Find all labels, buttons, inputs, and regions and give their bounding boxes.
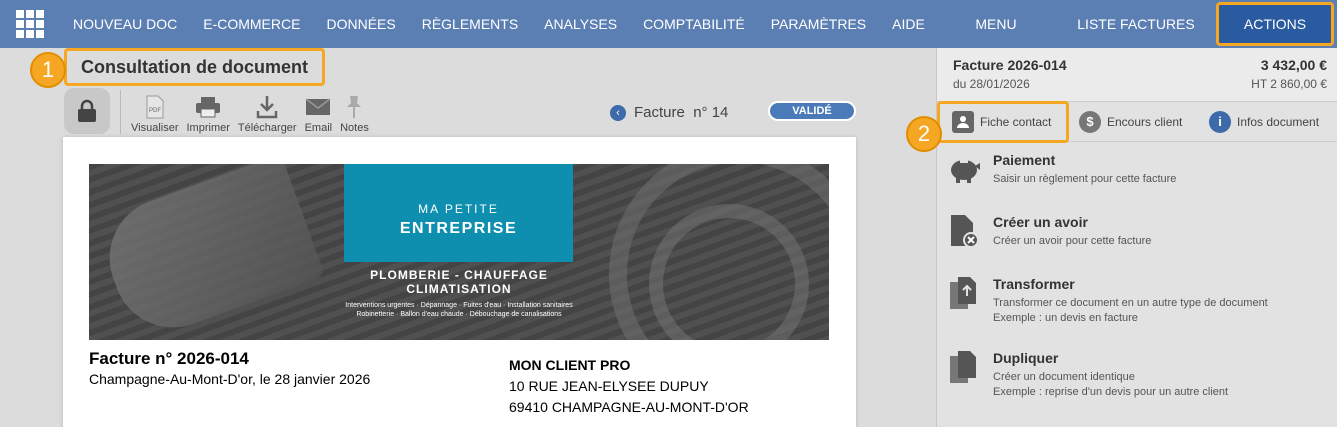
invoice-paper: MA PETITE ENTREPRISE PLOMBERIE - CHAUFFA… (63, 137, 856, 427)
client-address-1: 10 RUE JEAN-ELYSEE DUPUY (509, 378, 709, 394)
action-dupliquer-desc: Créer un document identique Exemple : re… (993, 370, 1337, 400)
action-transformer-title: Transformer (993, 276, 1075, 292)
summary-date: du 28/01/2026 (953, 77, 1030, 91)
nav-aide[interactable]: AIDE (879, 16, 938, 32)
banner-sub-4: Robinetterie · Ballon d'eau chaude · Déb… (356, 311, 562, 318)
encours-client-label: Encours client (1107, 114, 1183, 129)
client-name: MON CLIENT PRO (509, 357, 631, 373)
nav-donnees[interactable]: DONNÉES (313, 16, 408, 32)
banner-sub-3: Interventions urgentes · Dépannage · Fui… (345, 302, 573, 309)
download-icon (256, 96, 278, 119)
fiche-contact-tab[interactable]: Fiche contact (937, 100, 1069, 143)
summary-ttc: 3 432,00 € (1260, 57, 1327, 73)
summary-number: Facture 2026-014 (953, 57, 1067, 73)
lock-button[interactable] (64, 88, 110, 134)
brand-line-2: ENTREPRISE (399, 220, 518, 237)
banner-sub-1: PLOMBERIE - CHAUFFAGE (370, 268, 548, 282)
step-badge-1: 1 (30, 52, 66, 88)
imprimer-label: Imprimer (186, 122, 230, 134)
tab-actions[interactable]: ACTIONS (1216, 2, 1334, 46)
tab-menu[interactable]: MENU (936, 0, 1056, 48)
document-cancel-icon (947, 214, 981, 248)
toolbar-separator (120, 90, 121, 134)
encours-client-tab[interactable]: $ Encours client (1079, 110, 1183, 133)
page-title: Consultation de document (64, 48, 325, 86)
action-dupliquer-desc-1: Créer un document identique (993, 371, 1135, 383)
infos-document-label: Infos document (1237, 114, 1320, 129)
step-badge-2: 2 (906, 116, 942, 152)
actions-list: Paiement Saisir un règlement pour cette … (937, 148, 1337, 420)
action-transformer-desc-1: Transformer ce document en un autre type… (993, 297, 1268, 309)
banner-subtitle: PLOMBERIE - CHAUFFAGE CLIMATISATION Inte… (289, 268, 629, 318)
chevron-left-icon[interactable]: ‹ (610, 104, 626, 121)
doc-number-label: n° 14 (693, 104, 729, 121)
duplicate-icon (947, 350, 981, 384)
invoice-title: Facture n° 2026-014 (89, 349, 249, 368)
status-badge: VALIDÉ (768, 101, 856, 121)
notes-label: Notes (340, 122, 369, 134)
pdf-icon: PDF (146, 95, 164, 119)
right-panel-header: MENU LISTE FACTURES ACTIONS (936, 0, 1337, 48)
document-navigator: ‹ Facture n° 14 (610, 104, 728, 121)
document-area: Consultation de document PDF Visualiser … (0, 48, 936, 427)
company-logo-box: MA PETITE ENTREPRISE (344, 164, 573, 262)
envelope-icon (305, 98, 331, 115)
pin-icon (347, 96, 362, 118)
telecharger-button[interactable]: Télécharger (238, 94, 297, 134)
nav-analyses[interactable]: ANALYSES (531, 16, 630, 32)
action-transformer-desc: Transformer ce document en un autre type… (993, 296, 1337, 326)
invoice-place-date: Champagne-Au-Mont-D'or, le 28 janvier 20… (89, 371, 371, 387)
infos-document-tab[interactable]: i Infos document (1209, 110, 1320, 133)
email-label: Email (304, 122, 333, 134)
client-address-2: 69410 CHAMPAGNE-AU-MONT-D'OR (509, 399, 749, 415)
top-navbar: NOUVEAU DOC E-COMMERCE DONNÉES RÈGLEMENT… (0, 0, 1003, 48)
info-icon: i (1209, 110, 1231, 133)
svg-text:PDF: PDF (149, 108, 161, 114)
email-button[interactable]: Email (304, 94, 333, 134)
action-paiement-desc: Saisir un règlement pour cette facture (993, 173, 1177, 185)
action-creer-avoir[interactable]: Créer un avoir Créer un avoir pour cette… (937, 210, 1337, 272)
imprimer-button[interactable]: Imprimer (187, 94, 230, 134)
nav-reglements[interactable]: RÈGLEMENTS (409, 16, 531, 32)
telecharger-label: Télécharger (237, 122, 297, 134)
dollar-search-icon: $ (1079, 110, 1101, 133)
action-avoir-title: Créer un avoir (993, 214, 1088, 230)
action-paiement-title: Paiement (993, 152, 1056, 168)
printer-icon (196, 97, 221, 118)
visualiser-label: Visualiser (131, 122, 179, 134)
lock-icon (78, 99, 96, 122)
nav-e-commerce[interactable]: E-COMMERCE (190, 16, 313, 32)
piggy-bank-icon (947, 152, 981, 186)
tab-liste-factures[interactable]: LISTE FACTURES (1056, 0, 1216, 48)
fiche-contact-label: Fiche contact (980, 114, 1052, 129)
action-paiement[interactable]: Paiement Saisir un règlement pour cette … (937, 148, 1337, 210)
actions-panel: Facture 2026-014 du 28/01/2026 3 432,00 … (936, 48, 1337, 427)
invoice-summary: Facture 2026-014 du 28/01/2026 3 432,00 … (937, 48, 1337, 102)
notes-button[interactable]: Notes (340, 94, 369, 134)
document-toolbar: PDF Visualiser Imprimer Télécharger Emai… (64, 88, 373, 134)
action-avoir-desc: Créer un avoir pour cette facture (993, 235, 1152, 247)
visualiser-button[interactable]: PDF Visualiser (131, 94, 179, 134)
doc-type-label: Facture (634, 104, 685, 121)
nav-comptabilite[interactable]: COMPTABILITÉ (630, 16, 758, 32)
action-dupliquer-title: Dupliquer (993, 350, 1059, 366)
panel-tabs: Fiche contact $ Encours client i Infos d… (937, 100, 1337, 143)
action-transformer-desc-2: Exemple : un devis en facture (993, 312, 1138, 324)
transform-document-icon (947, 276, 981, 310)
nav-nouveau-doc[interactable]: NOUVEAU DOC (60, 16, 190, 32)
apps-grid-icon[interactable] (16, 10, 44, 38)
brand-line-1: MA PETITE (418, 202, 499, 216)
nav-parametres[interactable]: PARAMÈTRES (758, 16, 879, 32)
contact-card-icon (952, 110, 974, 133)
summary-ht: HT 2 860,00 € (1251, 77, 1327, 91)
company-banner: MA PETITE ENTREPRISE PLOMBERIE - CHAUFFA… (89, 164, 829, 340)
banner-sub-2: CLIMATISATION (406, 282, 512, 296)
action-dupliquer-desc-2: Exemple : reprise d'un devis pour un aut… (993, 386, 1229, 398)
action-transformer[interactable]: Transformer Transformer ce document en u… (937, 272, 1337, 346)
action-dupliquer[interactable]: Dupliquer Créer un document identique Ex… (937, 346, 1337, 420)
